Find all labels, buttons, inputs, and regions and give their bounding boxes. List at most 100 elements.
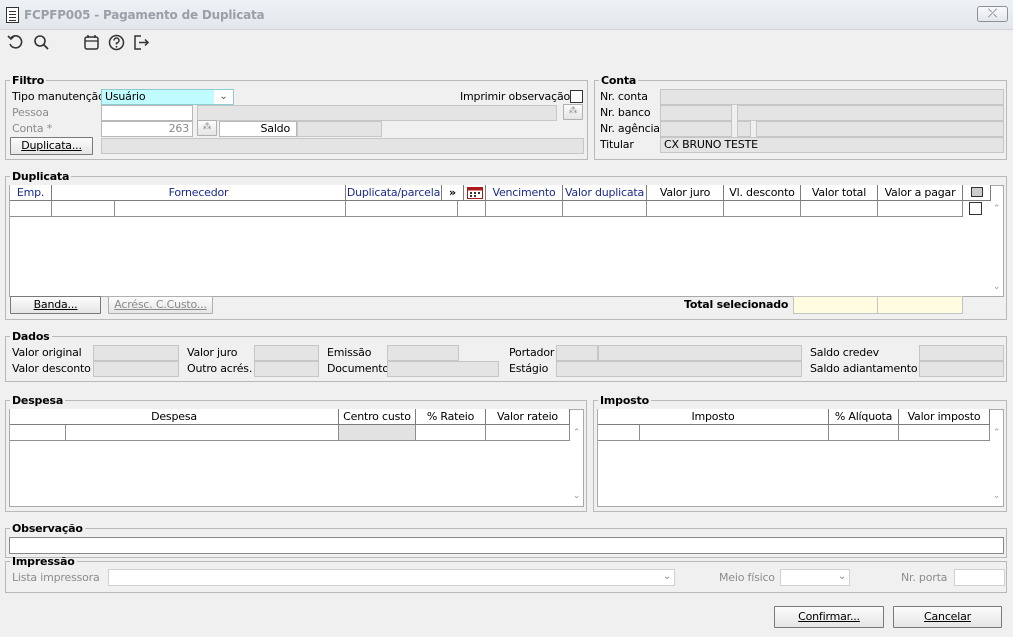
duplicata-field <box>101 138 584 154</box>
banda-button[interactable]: Banda... <box>10 296 101 314</box>
col-calendar[interactable] <box>464 185 486 201</box>
valor-desconto-label: Valor desconto <box>12 362 91 375</box>
portador-name-field <box>598 345 802 361</box>
lista-impressora-select[interactable]: ⌄ <box>108 569 675 586</box>
nr-porta-label: Nr. porta <box>901 571 948 584</box>
titular-field: CX BRUNO TESTE <box>660 137 1004 153</box>
filtro-legend: Filtro <box>12 74 45 87</box>
col-valor-a-pagar[interactable]: Valor a pagar <box>878 185 963 201</box>
valor-original-field <box>93 345 179 361</box>
despesa-scrollbar[interactable]: ⌃ ⌄ <box>570 425 583 505</box>
grid-cell[interactable] <box>899 425 990 441</box>
grid-cell[interactable] <box>416 425 486 441</box>
col-aliquota[interactable]: % Alíquota <box>829 409 899 425</box>
row-select-checkbox[interactable] <box>969 202 982 215</box>
conta-field[interactable]: 263 <box>101 121 193 137</box>
valor-original-label: Valor original <box>12 346 82 359</box>
scroll-down-icon[interactable]: ⌄ <box>990 282 1003 293</box>
tipo-manutencao-select[interactable]: Usuário ⌄ <box>101 89 234 105</box>
window-title: FCPFP005 - Pagamento de Duplicata <box>24 8 265 22</box>
grid-cell[interactable] <box>346 201 458 217</box>
grid-cell[interactable] <box>801 201 878 217</box>
total-selecionado-field-1 <box>793 296 878 314</box>
calendar-icon[interactable] <box>82 33 100 51</box>
col-valor-juro[interactable]: Valor juro <box>647 185 724 201</box>
tipo-manutencao-label: Tipo manutenção <box>12 90 105 103</box>
observacao-field[interactable] <box>9 537 1004 554</box>
grid-cell[interactable] <box>829 425 899 441</box>
lookup-icon: ⁂ <box>568 106 578 116</box>
grid-cell[interactable] <box>10 201 52 217</box>
search-icon[interactable] <box>32 33 50 51</box>
col-valor-rateio[interactable]: Valor rateio <box>486 409 570 425</box>
col-expand[interactable]: » <box>442 185 464 201</box>
pessoa-lookup-button[interactable]: ⁂ <box>563 104 583 120</box>
grid-cell[interactable] <box>563 201 647 217</box>
scroll-up-icon[interactable]: ⌃ <box>570 428 583 439</box>
cancelar-button[interactable]: Cancelar <box>893 606 1002 628</box>
scroll-down-icon[interactable]: ⌄ <box>990 491 1003 502</box>
pessoa-field[interactable] <box>101 105 193 121</box>
col-valor-imposto[interactable]: Valor imposto <box>899 409 990 425</box>
total-selecionado-field-2 <box>877 296 963 314</box>
chevron-down-icon[interactable]: ⌄ <box>838 570 846 584</box>
col-vencimento[interactable]: Vencimento <box>486 185 563 201</box>
select-all-checkbox[interactable] <box>970 187 983 197</box>
saldo-adiantamento-label: Saldo adiantamento <box>810 362 918 375</box>
duplicata-scrollbar[interactable]: ⌃ ⌄ <box>990 201 1003 296</box>
grid-cell[interactable] <box>458 201 486 217</box>
grid-cell[interactable] <box>878 201 963 217</box>
valor-juro-field <box>254 345 319 361</box>
grid-cell[interactable] <box>724 201 801 217</box>
meio-fisico-select[interactable]: ⌄ <box>780 569 850 586</box>
col-despesa[interactable]: Despesa <box>10 409 339 425</box>
duplicata-button[interactable]: Duplicata... <box>10 137 93 155</box>
col-duplicata-parcela[interactable]: Duplicata/parcela <box>346 185 442 201</box>
grid-cell[interactable] <box>115 201 346 217</box>
grid-cell[interactable] <box>598 425 640 441</box>
scroll-up-icon[interactable]: ⌃ <box>990 204 1003 215</box>
grid-cell[interactable] <box>66 425 339 441</box>
exit-icon[interactable] <box>132 33 150 51</box>
observacao-legend: Observação <box>12 522 83 535</box>
grid-cell[interactable] <box>486 425 570 441</box>
nr-porta-field[interactable] <box>954 569 1005 586</box>
col-rateio[interactable]: % Rateio <box>416 409 486 425</box>
grid-cell[interactable] <box>52 201 115 217</box>
banco-name-field <box>737 105 1004 121</box>
col-valor-total[interactable]: Valor total <box>801 185 878 201</box>
portador-label: Portador <box>509 346 555 359</box>
meio-fisico-label: Meio físico <box>719 571 775 584</box>
grid-cell[interactable] <box>486 201 563 217</box>
col-emp[interactable]: Emp. <box>10 185 52 201</box>
estagio-field <box>556 361 802 377</box>
confirmar-button[interactable]: Confirmar... <box>774 606 884 628</box>
col-select-all[interactable] <box>963 185 991 201</box>
close-button[interactable]: ⤫ <box>977 6 1008 22</box>
col-vl-desconto[interactable]: Vl. desconto <box>724 185 801 201</box>
help-icon[interactable] <box>107 33 125 51</box>
imprimir-observacao-label: Imprimir observação <box>460 90 571 103</box>
col-imposto[interactable]: Imposto <box>598 409 829 425</box>
conta-lookup-button[interactable]: ⁂ <box>197 120 217 136</box>
agencia-digit-field <box>737 121 751 137</box>
title-bar: FCPFP005 - Pagamento de Duplicata ⤫ <box>0 0 1013 30</box>
undo-icon[interactable] <box>6 33 24 51</box>
col-valor-duplicata[interactable]: Valor duplicata <box>563 185 647 201</box>
grid-cell[interactable] <box>640 425 829 441</box>
col-fornecedor[interactable]: Fornecedor <box>52 185 346 201</box>
nr-conta-field <box>660 89 1004 105</box>
col-centro-custo[interactable]: Centro custo <box>339 409 416 425</box>
imprimir-observacao-checkbox[interactable] <box>570 90 583 103</box>
scroll-up-icon[interactable]: ⌃ <box>990 428 1003 439</box>
grid-cell[interactable] <box>10 425 66 441</box>
chevron-down-icon[interactable]: ⌄ <box>663 570 671 584</box>
outro-acres-label: Outro acrés. <box>187 362 253 375</box>
acresc-ccusto-button[interactable]: Acrésc. C.Custo... <box>108 296 213 314</box>
chevron-down-icon[interactable]: ⌄ <box>214 90 233 104</box>
portador-code-field <box>556 345 598 361</box>
tipo-manutencao-value: Usuário <box>105 90 146 103</box>
grid-cell[interactable] <box>647 201 724 217</box>
imposto-scrollbar[interactable]: ⌃ ⌄ <box>990 425 1003 505</box>
scroll-down-icon[interactable]: ⌄ <box>570 491 583 502</box>
